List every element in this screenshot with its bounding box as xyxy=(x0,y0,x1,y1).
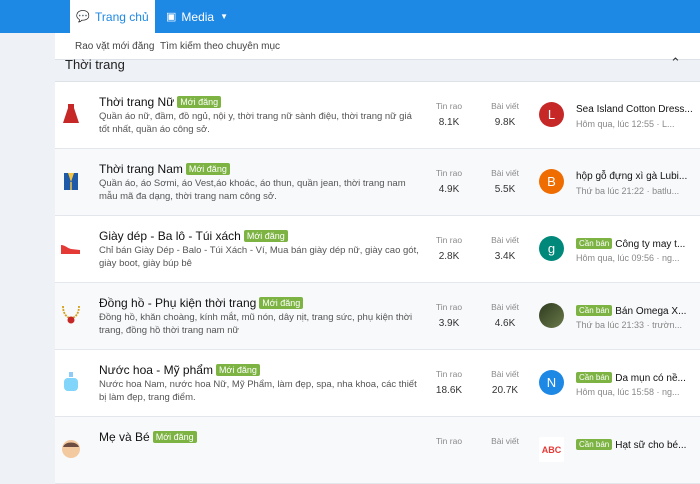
new-badge: Mới đăng xyxy=(243,230,288,242)
forum-row[interactable]: Thời trang Nữ Mới đăng Quần áo nữ, đầm, đ… xyxy=(55,82,700,149)
posts-stat: Bài viết 3.4K xyxy=(491,235,519,262)
new-badge: Mới đăng xyxy=(259,297,304,309)
last-post-meta: Hôm qua, lúc 09:56 · ng... xyxy=(576,253,680,263)
posts-stat: Bài viết 4.6K xyxy=(491,302,519,329)
threads-stat: Tin rao 2.8K xyxy=(435,235,463,262)
forum-description: Chỉ bán Giày Dép - Balo - Túi Xách - Ví,… xyxy=(99,245,419,269)
perfume-icon xyxy=(60,371,82,393)
section-title: Thời trang xyxy=(65,57,125,72)
need-sell-badge: Cần bán xyxy=(576,305,613,316)
necklace-icon xyxy=(60,304,82,326)
forum-description: Đồng hồ, khăn choàng, kính mắt, mũ nón, … xyxy=(99,312,413,336)
top-nav-bar: 💬 Trang chủ ▣ Media ▼ xyxy=(0,0,700,33)
forum-title[interactable]: Thời trang Nữ Mới đăng xyxy=(99,95,222,109)
avatar[interactable]: g xyxy=(539,236,564,261)
subnav-new-listings-link[interactable]: Rao vặt mới đăng xyxy=(75,41,154,52)
threads-stat: Tin rao 8.1K xyxy=(435,101,463,128)
last-post-meta: Hôm qua, lúc 15:58 · ng... xyxy=(576,387,680,397)
tab-media-label: Media xyxy=(181,9,215,24)
last-post-title[interactable]: Cần bán Bán Omega X... xyxy=(576,305,686,317)
posts-stat: Bài viết 5.5K xyxy=(491,168,519,195)
sub-nav: Rao vặt mới đăng Tìm kiếm theo chuyên mụ… xyxy=(55,33,700,60)
tab-home[interactable]: 💬 Trang chủ xyxy=(70,0,155,33)
threads-stat: Tin rao 18.6K xyxy=(435,369,463,396)
forum-row[interactable]: Mẹ và Bé Mới đăng Tin rao Bài viết ABC Cầ… xyxy=(55,417,700,484)
forum-title[interactable]: Mẹ và Bé Mới đăng xyxy=(99,430,197,444)
tab-home-label: Trang chủ xyxy=(95,9,149,24)
shoe-icon xyxy=(60,237,82,259)
tab-media[interactable]: ▣ Media ▼ xyxy=(166,0,228,33)
forum-list: Thời trang Nữ Mới đăng Quần áo nữ, đầm, đ… xyxy=(55,81,700,484)
forum-description: Quần áo, áo Sơmi, áo Vest,áo khoác, áo t… xyxy=(99,178,406,202)
posts-stat: Bài viết xyxy=(491,436,519,446)
need-sell-badge: Cần bán xyxy=(576,238,613,249)
avatar[interactable] xyxy=(539,303,564,328)
forum-description: Quần áo nữ, đầm, đồ ngủ, nội y, thời tra… xyxy=(99,111,412,135)
forum-title[interactable]: Nước hoa - Mỹ phẩm Mới đăng xyxy=(99,363,260,377)
forum-row[interactable]: Thời trang Nam Mới đăng Quần áo, áo Sơmi,… xyxy=(55,149,700,216)
avatar[interactable]: L xyxy=(539,102,564,127)
posts-stat: Bài viết 9.8K xyxy=(491,101,519,128)
threads-stat: Tin rao 4.9K xyxy=(435,168,463,195)
chat-icon: 💬 xyxy=(76,11,91,23)
collapse-icon[interactable]: ⌃ xyxy=(670,55,681,71)
subnav-search-category-link[interactable]: Tìm kiếm theo chuyên mục xyxy=(160,41,280,52)
last-post-meta: Hôm qua, lúc 12:55 · L... xyxy=(576,119,675,129)
forum-row[interactable]: Nước hoa - Mỹ phẩm Mới đăng Nước hoa Nam,… xyxy=(55,350,700,417)
image-icon: ▣ xyxy=(166,11,177,23)
last-post-title[interactable]: Sea Island Cotton Dress... xyxy=(576,104,693,115)
need-sell-badge: Cần bán xyxy=(576,372,613,383)
avatar[interactable]: B xyxy=(539,169,564,194)
baby-icon xyxy=(60,438,82,460)
forum-title[interactable]: Thời trang Nam Mới đăng xyxy=(99,162,230,176)
new-badge: Mới đăng xyxy=(152,431,197,443)
dress-icon xyxy=(60,103,82,125)
chevron-down-icon: ▼ xyxy=(220,12,229,21)
threads-stat: Tin rao 3.9K xyxy=(435,302,463,329)
new-badge: Mới đăng xyxy=(185,163,230,175)
avatar[interactable]: N xyxy=(539,370,564,395)
last-post-meta: Thứ ba lúc 21:22 · batlu... xyxy=(576,186,680,196)
threads-stat: Tin rao xyxy=(435,436,463,446)
new-badge: Mới đăng xyxy=(177,96,222,108)
posts-stat: Bài viết 20.7K xyxy=(491,369,519,396)
last-post-title[interactable]: hộp gỗ đựng xì gà Lubi... xyxy=(576,171,687,182)
forum-title[interactable]: Đồng hồ - Phụ kiện thời trang Mới đăng xyxy=(99,296,304,310)
forum-title[interactable]: Giày dép - Ba lô - Túi xách Mới đăng xyxy=(99,229,288,243)
vest-icon xyxy=(60,170,82,192)
forum-row[interactable]: Giày dép - Ba lô - Túi xách Mới đăng Chỉ … xyxy=(55,216,700,283)
last-post-title[interactable]: Cần bán Da mụn có nề... xyxy=(576,372,686,384)
last-post-title[interactable]: Cần bán Công ty may t... xyxy=(576,238,685,250)
forum-description: Nước hoa Nam, nước hoa Nữ, Mỹ Phẩm, làm … xyxy=(99,379,417,403)
last-post-meta: Thứ ba lúc 21:33 · trườn... xyxy=(576,320,682,330)
forum-row[interactable]: Đồng hồ - Phụ kiện thời trang Mới đăng Đồ… xyxy=(55,283,700,350)
new-badge: Mới đăng xyxy=(215,364,260,376)
